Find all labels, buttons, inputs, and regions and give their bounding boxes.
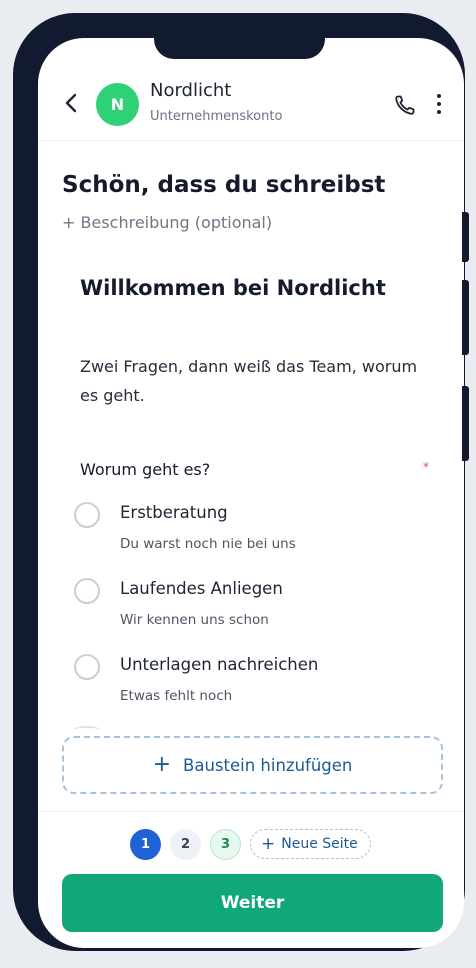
hidden-radio-edge <box>74 726 100 734</box>
side-button <box>462 280 469 355</box>
option-laufendes-anliegen[interactable]: Laufendes Anliegen Wir kennen uns schon <box>74 576 434 638</box>
page-tab-1[interactable]: 1 <box>130 828 161 860</box>
footer-divider <box>38 811 464 812</box>
plus-icon: + <box>261 833 276 854</box>
option-hint: Wir kennen uns schon <box>120 612 269 628</box>
more-vertical-icon[interactable] <box>433 93 445 115</box>
app-screen: N Nordlicht Unternehmenskonto Schön, das… <box>38 38 464 948</box>
page-navigation: 1 2 3 + Neue Seite <box>130 828 371 860</box>
camera-notch <box>154 25 325 59</box>
page-tab-2[interactable]: 2 <box>170 828 201 860</box>
question-label[interactable]: Worum geht es? <box>80 460 210 479</box>
radio-button[interactable] <box>74 578 100 604</box>
add-block-button[interactable]: + Baustein hinzufügen <box>62 736 443 794</box>
plus-icon: + <box>152 752 172 777</box>
phone-frame: N Nordlicht Unternehmenskonto Schön, das… <box>13 13 465 951</box>
new-page-button[interactable]: + Neue Seite <box>250 829 371 859</box>
form-title[interactable]: Schön, dass du schreibst <box>62 172 385 198</box>
new-page-label: Neue Seite <box>281 836 358 852</box>
add-block-label: Baustein hinzufügen <box>183 755 353 775</box>
option-erstberatung[interactable]: Erstberatung Du warst noch nie bei uns <box>74 500 434 562</box>
chevron-left-icon[interactable] <box>63 92 79 114</box>
page-tab-3[interactable]: 3 <box>210 828 241 860</box>
radio-button[interactable] <box>74 502 100 528</box>
option-unterlagen-nachreichen[interactable]: Unterlagen nachreichen Etwas fehlt noch <box>74 652 434 714</box>
welcome-heading[interactable]: Willkommen bei Nordlicht <box>80 276 386 300</box>
intro-text[interactable]: Zwei Fragen, dann weiß das Team, worum e… <box>80 352 420 410</box>
phone-icon[interactable] <box>393 93 417 117</box>
side-button <box>462 212 469 262</box>
option-label: Erstberatung <box>120 503 228 522</box>
option-label: Laufendes Anliegen <box>120 579 283 598</box>
option-label: Unterlagen nachreichen <box>120 655 319 674</box>
avatar: N <box>96 83 139 126</box>
required-marker: * <box>423 460 429 474</box>
side-button <box>462 386 469 461</box>
contact-name: Nordlicht <box>150 80 232 101</box>
add-description-link[interactable]: + Beschreibung (optional) <box>62 213 272 232</box>
radio-button[interactable] <box>74 654 100 680</box>
option-hint: Etwas fehlt noch <box>120 688 233 704</box>
contact-subtitle: Unternehmenskonto <box>150 109 283 124</box>
option-hint: Du warst noch nie bei uns <box>120 536 296 552</box>
continue-button[interactable]: Weiter <box>62 874 443 932</box>
